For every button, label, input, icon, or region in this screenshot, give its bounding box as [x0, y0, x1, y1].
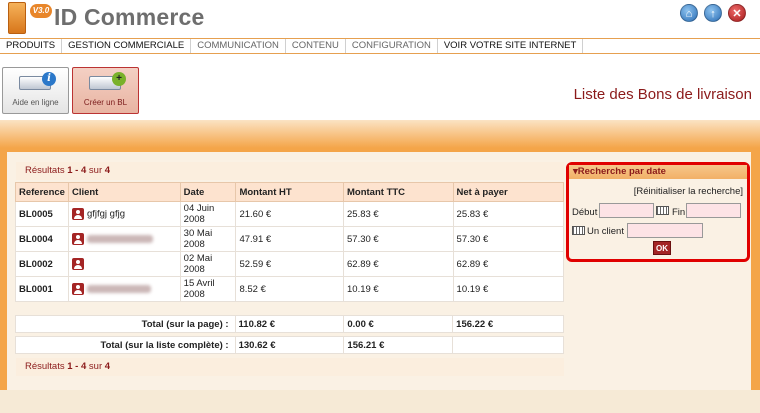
date-search-panel: ▾Recherche par date [Réinitialiser la re…	[566, 162, 750, 262]
search-panel-header[interactable]: ▾Recherche par date	[569, 165, 747, 179]
client-icon[interactable]	[71, 258, 84, 270]
cell-net: 57.30 €	[452, 226, 565, 252]
cell-date: 02 Mai 2008	[179, 251, 237, 277]
ok-button[interactable]: OK	[653, 241, 671, 255]
create-bl-button[interactable]: + Créer un BL	[72, 67, 139, 114]
cell-client	[67, 251, 181, 277]
cell-reference[interactable]: BL0001	[15, 276, 69, 302]
cell-montant-ttc: 10.19 €	[343, 276, 454, 302]
create-bl-button-label: Créer un BL	[83, 98, 128, 107]
cell-montant-ttc: 62.89 €	[343, 251, 454, 277]
cell-montant-ht: 8.52 €	[235, 276, 344, 302]
nav-item-contenu[interactable]: CONTENU	[286, 39, 346, 53]
nav-item-produits[interactable]: PRODUITS	[0, 39, 63, 53]
totals-list-table: Total (sur la liste complète) : 130.62 €…	[15, 336, 564, 354]
nav-item-configuration[interactable]: CONFIGURATION	[346, 39, 438, 53]
total-page-ht: 110.82 €	[234, 315, 345, 333]
calendar-icon[interactable]	[656, 206, 669, 215]
total-list-label: Total (sur la liste complète) :	[15, 336, 236, 354]
col-net-a-payer[interactable]: Net à payer	[452, 182, 565, 202]
total-page-net: 156.22 €	[452, 315, 564, 333]
client-label: Un client	[587, 226, 624, 237]
cell-net: 62.89 €	[452, 251, 565, 277]
client-icon[interactable]	[71, 283, 84, 295]
col-reference[interactable]: Reference	[15, 182, 69, 202]
cell-montant-ht: 21.60 €	[235, 201, 344, 227]
cell-client	[67, 226, 181, 252]
calendar-icon[interactable]	[572, 226, 585, 235]
fin-label: Fin	[672, 207, 686, 218]
table-row[interactable]: BL0004 30 Mai 2008 47.91 € 57.30 € 57.30…	[15, 226, 565, 252]
total-list-row: Total (sur la liste complète) : 130.62 €…	[15, 336, 564, 354]
cell-montant-ht: 47.91 €	[235, 226, 344, 252]
info-icon: i	[42, 72, 56, 86]
cell-net: 10.19 €	[452, 276, 565, 302]
up-arrow-icon[interactable]: ↑	[704, 4, 722, 22]
table-row[interactable]: BL0005 gfjfgj gfjg 04 Juin 2008 21.60 € …	[15, 201, 565, 227]
redacted-client-name	[86, 235, 153, 243]
cell-date: 30 Mai 2008	[179, 226, 237, 252]
total-list-ttc: 156.21 €	[343, 336, 454, 354]
total-page-row: Total (sur la page) : 110.82 € 0.00 € 15…	[15, 315, 564, 333]
app-header: V3.0 ID Commerce ⌂ ↑ ✕	[0, 0, 760, 38]
table-header-row: Reference Client Date Montant HT Montant…	[15, 182, 565, 202]
cell-net: 25.83 €	[452, 201, 565, 227]
results-summary-bottom: Résultats 1 - 4 sur 4	[16, 358, 564, 376]
results-summary-top: Résultats 1 - 4 sur 4	[16, 162, 564, 180]
client-icon[interactable]	[71, 233, 84, 245]
totals-page-table: Total (sur la page) : 110.82 € 0.00 € 15…	[15, 315, 564, 333]
client-input[interactable]	[627, 223, 703, 238]
delivery-notes-table: Reference Client Date Montant HT Montant…	[15, 182, 565, 302]
col-date[interactable]: Date	[179, 182, 237, 202]
col-client[interactable]: Client	[67, 182, 181, 202]
debut-label: Début	[572, 207, 598, 218]
total-list-ht: 130.62 €	[234, 336, 345, 354]
help-button-label: Aide en ligne	[12, 98, 59, 107]
col-montant-ht[interactable]: Montant HT	[235, 182, 344, 202]
page-title: Liste des Bons de livraison	[573, 86, 752, 103]
toolbar: i Aide en ligne + Créer un BL Liste des …	[0, 60, 760, 120]
app-logo-text: ID Commerce	[54, 4, 205, 30]
client-icon[interactable]	[71, 208, 84, 220]
header-icons: ⌂ ↑ ✕	[680, 4, 746, 22]
cell-client: gfjfgj gfjg	[67, 201, 181, 227]
logo-icon	[8, 2, 26, 34]
version-badge: V3.0	[30, 4, 52, 18]
cell-date: 04 Juin 2008	[179, 201, 237, 227]
cell-reference[interactable]: BL0005	[15, 201, 69, 227]
main-nav: PRODUITS GESTION COMMERCIALE COMMUNICATI…	[0, 38, 760, 54]
total-page-ttc: 0.00 €	[343, 315, 454, 333]
redacted-client-name	[86, 285, 151, 293]
total-list-empty	[452, 336, 564, 354]
cell-reference[interactable]: BL0002	[15, 251, 69, 277]
table-row[interactable]: BL0001 15 Avril 2008 8.52 € 10.19 € 10.1…	[15, 276, 565, 302]
cell-date: 15 Avril 2008	[179, 276, 237, 302]
plus-icon: +	[112, 72, 126, 86]
home-icon[interactable]: ⌂	[680, 4, 698, 22]
cell-montant-ttc: 25.83 €	[343, 201, 454, 227]
nav-item-voir-site[interactable]: VOIR VOTRE SITE INTERNET	[438, 39, 584, 53]
reset-search-link[interactable]: [Réinitialiser la recherche]	[634, 186, 743, 197]
total-page-label: Total (sur la page) :	[15, 315, 236, 333]
table-row[interactable]: BL0002 02 Mai 2008 52.59 € 62.89 € 62.89…	[15, 251, 565, 277]
close-icon[interactable]: ✕	[728, 4, 746, 22]
help-button[interactable]: i Aide en ligne	[2, 67, 69, 114]
cell-montant-ttc: 57.30 €	[343, 226, 454, 252]
cell-reference[interactable]: BL0004	[15, 226, 69, 252]
debut-date-input[interactable]	[599, 203, 654, 218]
col-montant-ttc[interactable]: Montant TTC	[343, 182, 454, 202]
nav-item-communication[interactable]: COMMUNICATION	[191, 39, 286, 53]
cell-montant-ht: 52.59 €	[235, 251, 344, 277]
cell-client	[67, 276, 181, 302]
nav-item-gestion-commerciale[interactable]: GESTION COMMERCIALE	[62, 39, 192, 53]
fin-date-input[interactable]	[686, 203, 741, 218]
